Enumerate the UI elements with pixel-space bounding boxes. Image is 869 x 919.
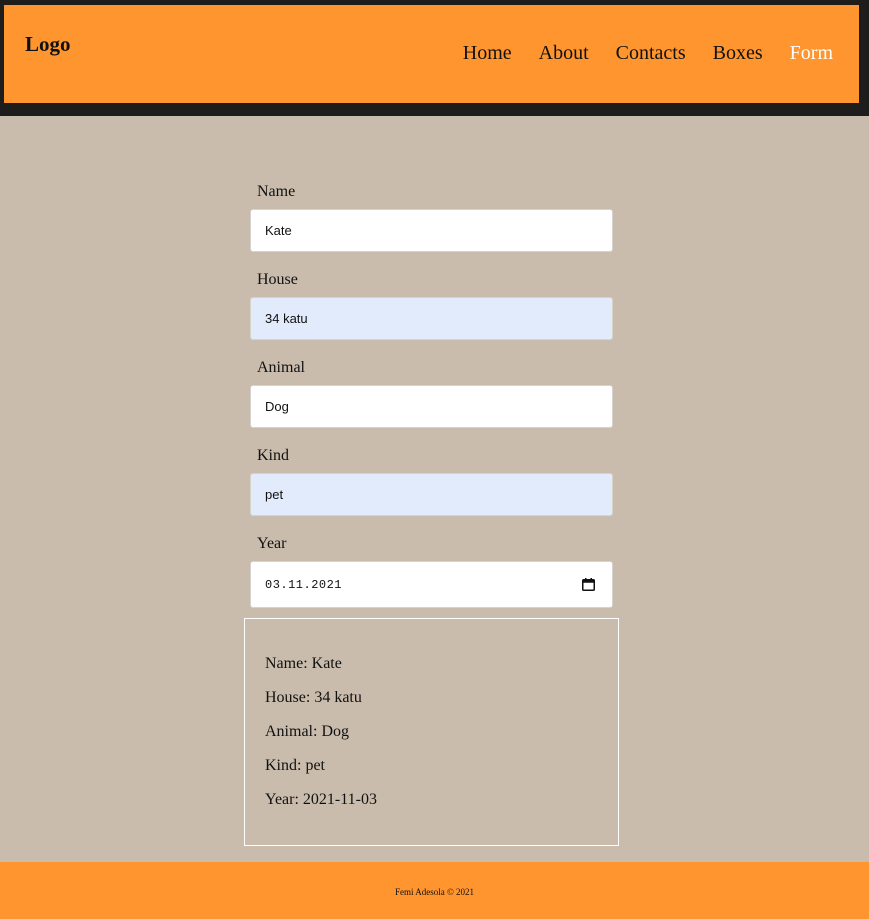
animal-value: Dog [265, 399, 289, 414]
house-label: House [257, 271, 298, 288]
year-date-input[interactable]: 03.11.2021 [250, 561, 613, 608]
nav-contacts[interactable]: Contacts [616, 42, 686, 65]
site-header: Logo Home About Contacts Boxes Form [4, 5, 859, 103]
name-label: Name [257, 183, 296, 200]
animal-input[interactable]: Dog [250, 385, 613, 428]
year-value: 03.11.2021 [265, 577, 343, 592]
summary-house: House: 34 katu [265, 689, 362, 706]
calendar-icon[interactable] [582, 578, 595, 591]
nav-boxes[interactable]: Boxes [713, 42, 763, 65]
house-input[interactable]: 34 katu [250, 297, 613, 340]
summary-name: Name: Kate [265, 655, 342, 672]
name-value: Kate [265, 223, 292, 238]
nav-home[interactable]: Home [463, 42, 512, 65]
entry-form: Name Kate House 34 katu Animal Dog Kind … [250, 183, 613, 616]
logo[interactable]: Logo [25, 32, 71, 57]
copyright-text: Femi Adesola © 2021 [394, 887, 475, 897]
summary-animal: Animal: Dog [265, 723, 349, 740]
name-input[interactable]: Kate [250, 209, 613, 252]
kind-value: pet [265, 487, 284, 502]
nav-form[interactable]: Form [790, 42, 833, 65]
kind-label: Kind [257, 447, 289, 464]
summary-box: Name: Kate House: 34 katu Animal: Dog Ki… [244, 618, 619, 846]
house-value: 34 katu [265, 311, 308, 326]
animal-label: Animal [257, 359, 305, 376]
site-footer: Femi Adesola © 2021 [0, 862, 869, 919]
kind-input[interactable]: pet [250, 473, 613, 516]
summary-kind: Kind: pet [265, 757, 325, 774]
nav-about[interactable]: About [539, 42, 589, 65]
summary-year: Year: 2021-11-03 [265, 791, 377, 808]
year-label: Year [257, 535, 287, 552]
main-nav: Home About Contacts Boxes Form [463, 42, 833, 65]
